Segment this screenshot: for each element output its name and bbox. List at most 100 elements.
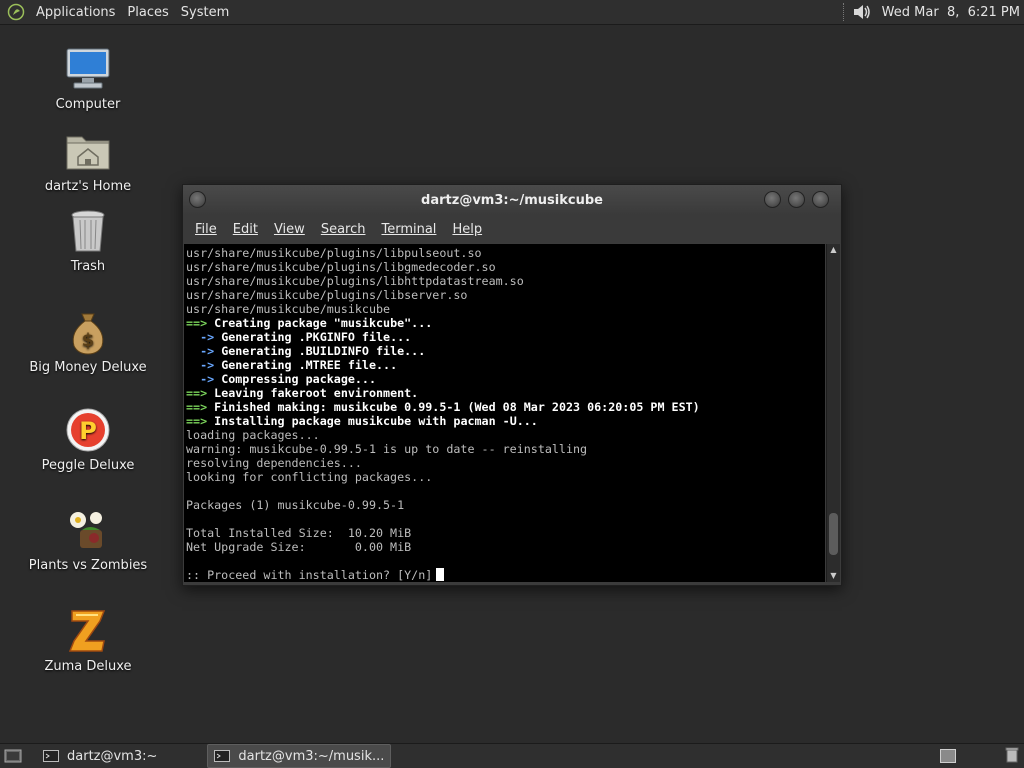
terminal-text: ->: [186, 358, 215, 372]
terminal-text: Compressing package...: [214, 372, 376, 386]
terminal-text: Net Upgrade Size: 0.00 MiB: [186, 540, 412, 554]
panel-clock[interactable]: Wed Mar 8, 6:21 PM: [878, 5, 1024, 20]
terminal-text: ==>: [186, 316, 208, 330]
terminal-line: looking for conflicting packages...: [186, 470, 825, 484]
zuma-icon: [64, 607, 112, 655]
taskbar-task[interactable]: dartz@vm3:~: [37, 745, 163, 767]
volume-icon[interactable]: [852, 3, 872, 21]
menu-edit[interactable]: Edit: [225, 222, 266, 237]
top-menu: Applications Places System: [30, 0, 235, 24]
panel-separator: [842, 3, 846, 21]
terminal-line: usr/share/musikcube/plugins/libpulseout.…: [186, 246, 825, 260]
terminal-line: ==> Finished making: musikcube 0.99.5-1 …: [186, 400, 825, 414]
svg-text:$: $: [82, 330, 95, 351]
terminal-text: loading packages...: [186, 428, 320, 442]
desktop-icon-trash[interactable]: Trash: [18, 207, 158, 274]
plants-vs-zombies-icon: [64, 506, 112, 554]
menu-search-label: Search: [320, 221, 366, 237]
scroll-up-arrow-icon[interactable]: ▲: [827, 244, 840, 256]
menu-help-label: Help: [452, 221, 483, 237]
desktop-icon-home[interactable]: dartz's Home: [18, 127, 158, 194]
scroll-down-arrow-icon[interactable]: ▼: [827, 570, 840, 582]
terminal-line: ==> Installing package musikcube with pa…: [186, 414, 825, 428]
terminal-line: Packages (1) musikcube-0.99.5-1: [186, 498, 825, 512]
desktop-icon-pvz[interactable]: Plants vs Zombies: [18, 506, 158, 573]
terminal-menubar: File Edit View Search Terminal Help: [183, 215, 841, 243]
menu-system[interactable]: System: [175, 5, 235, 20]
desktop-icon-label: Trash: [70, 259, 106, 274]
peggle-icon: P: [64, 406, 112, 454]
menu-file[interactable]: File: [187, 222, 225, 237]
terminal-line: usr/share/musikcube/musikcube: [186, 302, 825, 316]
terminal-scrollbar[interactable]: ▲ ▼: [826, 244, 840, 582]
desktop-icon-computer[interactable]: Computer: [18, 45, 158, 112]
terminal-text: ->: [186, 372, 215, 386]
terminal-text: usr/share/musikcube/plugins/libpulseout.…: [186, 246, 482, 260]
terminal-text: usr/share/musikcube/musikcube: [186, 302, 391, 316]
terminal-line: resolving dependencies...: [186, 456, 825, 470]
desktop-icon-label: Computer: [55, 97, 121, 112]
terminal-text: Total Installed Size: 10.20 MiB: [186, 526, 412, 540]
terminal-window[interactable]: dartz@vm3:~/musikcube File Edit View Sea…: [182, 184, 842, 586]
terminal-line: Net Upgrade Size: 0.00 MiB: [186, 540, 825, 554]
terminal-text: Generating .PKGINFO file...: [214, 330, 412, 344]
desktop-icon-label: Zuma Deluxe: [44, 659, 132, 674]
terminal-line: usr/share/musikcube/plugins/libgmedecode…: [186, 260, 825, 274]
trash-applet-icon[interactable]: [1004, 747, 1020, 763]
desktop-icon-big-money[interactable]: $ Big Money Deluxe: [18, 308, 158, 375]
terminal-text: usr/share/musikcube/plugins/libhttpdatas…: [186, 274, 524, 288]
show-desktop-icon[interactable]: [3, 748, 23, 764]
terminal-cursor: [436, 568, 445, 581]
terminal-text: Generating .BUILDINFO file...: [214, 344, 426, 358]
scrollbar-thumb[interactable]: [829, 512, 838, 555]
menu-search[interactable]: Search: [313, 222, 374, 237]
desktop-icon-label: Peggle Deluxe: [41, 458, 135, 473]
terminal-line: -> Generating .MTREE file...: [186, 358, 825, 372]
computer-icon: [64, 45, 112, 93]
terminal-text: Installing package musikcube with pacman…: [207, 414, 538, 428]
terminal-text: Finished making: musikcube 0.99.5-1 (Wed…: [207, 400, 700, 414]
gnome-foot-icon[interactable]: [6, 2, 26, 22]
svg-text:P: P: [79, 417, 97, 445]
trash-icon: [64, 207, 112, 255]
terminal-text: :: Proceed with installation? [Y/n]: [186, 568, 433, 582]
menu-edit-label: Edit: [232, 221, 258, 237]
terminal-line: usr/share/musikcube/plugins/libhttpdatas…: [186, 274, 825, 288]
close-button[interactable]: [812, 191, 829, 208]
menu-view-label: View: [273, 221, 305, 237]
menu-terminal-label: Terminal: [381, 221, 437, 237]
terminal-text: Leaving fakeroot environment.: [207, 386, 419, 400]
taskbar-task-active[interactable]: dartz@vm3:~/musik...: [207, 744, 392, 768]
workspace-switcher[interactable]: [940, 749, 956, 763]
terminal-text: ->: [186, 344, 215, 358]
desktop-icon-zuma[interactable]: Zuma Deluxe: [18, 607, 158, 674]
terminal-line: Total Installed Size: 10.20 MiB: [186, 526, 825, 540]
terminal-line: -> Generating .PKGINFO file...: [186, 330, 825, 344]
maximize-button[interactable]: [788, 191, 805, 208]
terminal-icon: [43, 750, 59, 762]
terminal-line: warning: musikcube-0.99.5-1 is up to dat…: [186, 442, 825, 456]
menu-terminal[interactable]: Terminal: [373, 222, 444, 237]
desktop-icon-peggle[interactable]: P Peggle Deluxe: [18, 406, 158, 473]
window-titlebar[interactable]: dartz@vm3:~/musikcube: [183, 185, 841, 215]
menu-view[interactable]: View: [266, 222, 313, 237]
terminal-text: ->: [186, 330, 215, 344]
terminal-line: -> Compressing package...: [186, 372, 825, 386]
terminal-lines: usr/share/musikcube/plugins/libpulseout.…: [184, 244, 825, 582]
menu-places[interactable]: Places: [121, 5, 174, 20]
terminal-text: ==>: [186, 400, 208, 414]
window-menu-icon[interactable]: [189, 191, 206, 208]
terminal-output[interactable]: usr/share/musikcube/plugins/libpulseout.…: [184, 244, 825, 582]
terminal-text: ==>: [186, 414, 208, 428]
minimize-button[interactable]: [764, 191, 781, 208]
terminal-line: usr/share/musikcube/plugins/libserver.so: [186, 288, 825, 302]
terminal-text: warning: musikcube-0.99.5-1 is up to dat…: [186, 442, 588, 456]
terminal-line: :: Proceed with installation? [Y/n]: [186, 568, 825, 582]
menu-applications[interactable]: Applications: [30, 5, 121, 20]
home-folder-icon: [64, 127, 112, 175]
desktop-icon-label: Big Money Deluxe: [29, 360, 147, 375]
menu-help[interactable]: Help: [444, 222, 490, 237]
